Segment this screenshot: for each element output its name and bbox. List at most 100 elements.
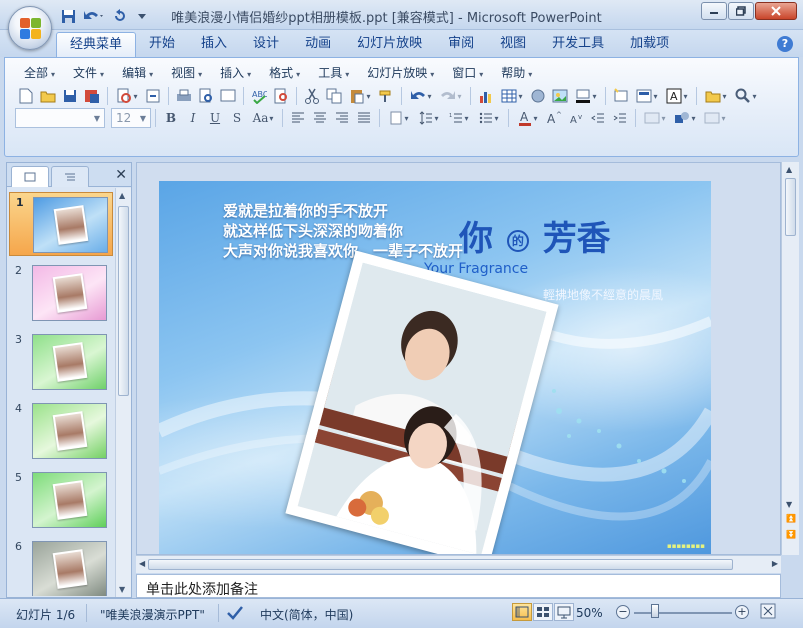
- menu-item[interactable]: 编辑 ▾: [113, 64, 162, 82]
- slide-sorter-view-button[interactable]: [533, 603, 553, 621]
- zoom-slider-handle[interactable]: [651, 604, 659, 618]
- spelling-icon[interactable]: [217, 85, 239, 107]
- slide-horizontal-scrollbar[interactable]: ◀ ▶: [136, 555, 781, 573]
- zoom-level[interactable]: 50%: [576, 606, 603, 620]
- zoom-out-icon[interactable]: −: [616, 605, 630, 619]
- redo-icon[interactable]: [436, 85, 466, 107]
- numbering-icon[interactable]: 1: [444, 107, 474, 129]
- new-document-icon[interactable]: [15, 85, 37, 107]
- office-button[interactable]: [8, 6, 52, 50]
- bullets-icon[interactable]: [474, 107, 504, 129]
- publish-icon[interactable]: [142, 85, 164, 107]
- open-folder-icon[interactable]: [37, 85, 59, 107]
- scrollbar-thumb[interactable]: [785, 178, 796, 236]
- align-center-icon[interactable]: [309, 107, 331, 129]
- slide-thumbnail[interactable]: 1: [9, 192, 113, 256]
- menu-item[interactable]: 幻灯片放映 ▾: [358, 64, 443, 82]
- menu-item[interactable]: 帮助 ▾: [492, 64, 541, 82]
- slide-show-view-button[interactable]: [554, 603, 574, 621]
- scroll-down-icon[interactable]: ▼: [786, 500, 792, 509]
- ribbon-tab[interactable]: 开发工具: [539, 32, 617, 57]
- ribbon-tab[interactable]: 幻灯片放映: [344, 32, 435, 57]
- print-preview-icon[interactable]: [112, 85, 142, 107]
- cut-icon[interactable]: [301, 85, 323, 107]
- insert-chart-icon[interactable]: [475, 85, 497, 107]
- slides-tab[interactable]: [11, 166, 49, 187]
- menu-item[interactable]: 窗口 ▾: [443, 64, 492, 82]
- ribbon-tab[interactable]: 审阅: [435, 32, 487, 57]
- redo-icon[interactable]: [110, 7, 130, 25]
- print-icon[interactable]: [173, 85, 195, 107]
- new-slide-icon[interactable]: [610, 85, 632, 107]
- close-button[interactable]: [755, 2, 797, 20]
- increase-indent-icon[interactable]: [609, 107, 631, 129]
- zoom-slider-track[interactable]: [634, 612, 732, 614]
- italic-button[interactable]: I: [182, 107, 204, 129]
- decrease-indent-icon[interactable]: [587, 107, 609, 129]
- underline-button[interactable]: U: [204, 107, 226, 129]
- customize-qat-icon[interactable]: [132, 7, 152, 25]
- grow-font-icon[interactable]: A ^: [543, 107, 565, 129]
- thumbnail-scrollbar[interactable]: ▲ ▼: [115, 188, 131, 597]
- scrollbar-thumb[interactable]: [148, 559, 733, 570]
- fit-to-window-icon[interactable]: [760, 603, 776, 622]
- ribbon-tab[interactable]: 视图: [487, 32, 539, 57]
- scroll-up-icon[interactable]: ▲: [119, 191, 125, 200]
- restore-button[interactable]: [728, 2, 754, 20]
- shadow-button[interactable]: S: [226, 107, 248, 129]
- spell-check-icon[interactable]: [226, 604, 244, 623]
- scroll-right-icon[interactable]: ▶: [772, 559, 778, 568]
- font-name-combo[interactable]: ▼: [15, 108, 105, 128]
- ribbon-tab[interactable]: 动画: [292, 32, 344, 57]
- insert-table-icon[interactable]: [497, 85, 527, 107]
- menu-item[interactable]: 视图 ▾: [162, 64, 211, 82]
- notes-pane[interactable]: 单击此处添加备注: [136, 574, 781, 598]
- menu-item[interactable]: 全部 ▾: [15, 64, 64, 82]
- bold-button[interactable]: B: [160, 107, 182, 129]
- theme-name[interactable]: "唯美浪漫演示PPT": [100, 606, 205, 623]
- language-indicator[interactable]: 中文(简体，中国): [260, 606, 353, 623]
- design-icon[interactable]: [640, 107, 670, 129]
- clip-art-icon[interactable]: [527, 85, 549, 107]
- preview-icon[interactable]: [195, 85, 217, 107]
- research-icon[interactable]: [270, 85, 292, 107]
- copy-icon[interactable]: [323, 85, 345, 107]
- scroll-up-icon[interactable]: ▲: [786, 165, 792, 174]
- help-icon[interactable]: ?: [777, 36, 793, 52]
- text-box-icon[interactable]: A: [662, 85, 692, 107]
- change-case-button[interactable]: Aa: [248, 107, 278, 129]
- menu-item[interactable]: 工具 ▾: [309, 64, 358, 82]
- outline-tab[interactable]: [51, 166, 89, 187]
- menu-item[interactable]: 文件 ▾: [64, 64, 113, 82]
- insert-picture-icon[interactable]: [549, 85, 571, 107]
- menu-item[interactable]: 格式 ▾: [260, 64, 309, 82]
- align-right-icon[interactable]: [331, 107, 353, 129]
- ribbon-tab[interactable]: 经典菜单: [56, 32, 137, 57]
- ribbon-tab[interactable]: 开始: [136, 32, 188, 57]
- find-icon[interactable]: [731, 85, 761, 107]
- text-direction-icon[interactable]: [384, 107, 414, 129]
- slide-vertical-scrollbar[interactable]: ▲ ▼ ⏫ ⏬: [781, 162, 799, 555]
- slide-thumbnail[interactable]: 2: [9, 261, 113, 325]
- minimize-button[interactable]: [701, 2, 727, 20]
- zoom-in-icon[interactable]: +: [735, 605, 749, 619]
- next-slide-icon[interactable]: ⏬: [786, 530, 796, 539]
- ribbon-tab[interactable]: 加载项: [617, 32, 682, 57]
- shape-fill-icon[interactable]: [700, 107, 730, 129]
- current-slide[interactable]: 爱就是拉着你的手不放开 就这样低下头深深的吻着你 大声对你说我喜欢你，一辈子不放…: [159, 181, 711, 554]
- ribbon-tab[interactable]: 插入: [188, 32, 240, 57]
- normal-view-button[interactable]: [512, 603, 532, 621]
- paste-icon[interactable]: [345, 85, 375, 107]
- previous-slide-icon[interactable]: ⏫: [786, 514, 796, 523]
- slide-thumbnail[interactable]: 4: [9, 399, 113, 463]
- slide-thumbnail[interactable]: 5: [9, 468, 113, 532]
- ribbon-tab[interactable]: 设计: [240, 32, 292, 57]
- font-color-icon[interactable]: A: [513, 107, 543, 129]
- color-fill-icon[interactable]: [571, 85, 601, 107]
- save-icon[interactable]: [58, 7, 78, 25]
- save-icon[interactable]: [59, 85, 81, 107]
- slide-layout-icon[interactable]: [632, 85, 662, 107]
- close-pane-icon[interactable]: ✕: [115, 167, 127, 183]
- shrink-font-icon[interactable]: Av: [565, 107, 587, 129]
- check-spelling-icon[interactable]: ABC: [248, 85, 270, 107]
